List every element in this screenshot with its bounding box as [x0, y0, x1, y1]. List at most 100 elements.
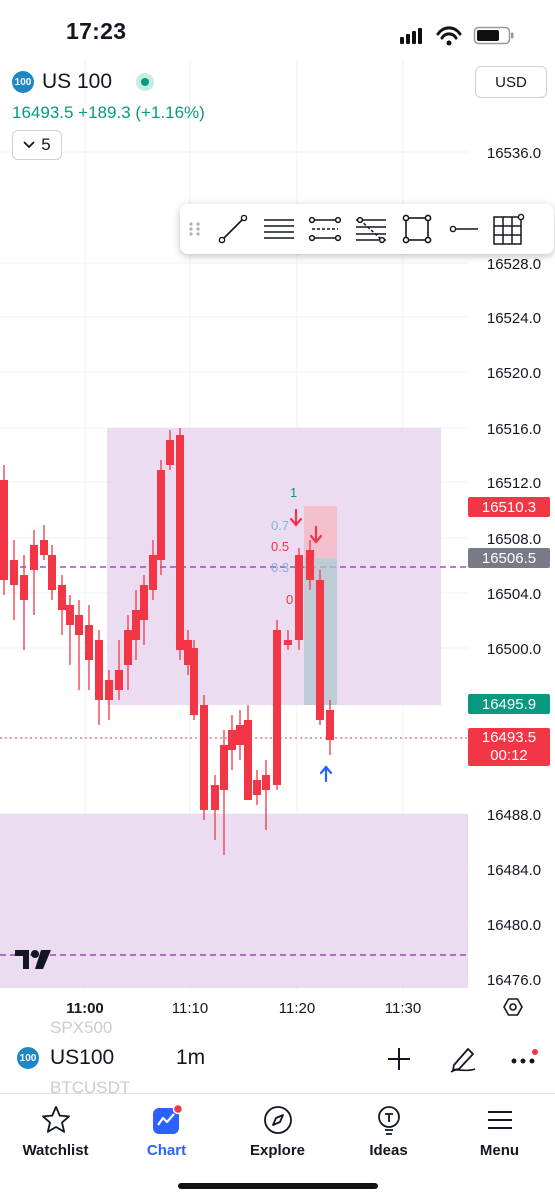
- candle-body: [253, 780, 261, 795]
- candle-body: [0, 480, 8, 580]
- ghost-symbol-above: SPX500: [50, 1018, 113, 1037]
- lightbulb-icon: [377, 1106, 400, 1135]
- nav-label: Ideas: [369, 1142, 408, 1159]
- price-tag-stop: 16510.3: [468, 497, 550, 517]
- chart-settings-icon: [503, 998, 523, 1016]
- symbol-name[interactable]: US 100: [42, 70, 112, 94]
- symbol-picker[interactable]: US100: [50, 1046, 114, 1070]
- candle-body: [220, 745, 228, 790]
- price-axis-label: 16500.0: [487, 641, 541, 658]
- candle-body: [85, 625, 93, 660]
- price-tag-entry: 16506.5: [468, 548, 550, 568]
- market-open-indicator: [136, 73, 154, 91]
- candle-body: [10, 560, 18, 585]
- draw-pen-icon[interactable]: [448, 1043, 478, 1073]
- rectangle-icon[interactable]: [394, 206, 440, 252]
- candle-body: [30, 545, 38, 570]
- candle-body: [105, 680, 113, 700]
- candle-body: [244, 720, 252, 800]
- currency-button[interactable]: USD: [475, 66, 547, 98]
- chart-icon: [152, 1104, 183, 1134]
- horizontal-lines-icon[interactable]: [256, 206, 302, 252]
- fib-level-label: 0.5: [271, 539, 289, 554]
- price-axis-label: 16476.0: [487, 972, 541, 989]
- price-tag-target: 16495.9: [468, 694, 550, 714]
- nav-watchlist[interactable]: Watchlist: [0, 1094, 111, 1186]
- fib-level-label: 0.7: [271, 518, 289, 533]
- symbol-badge-bottom: 100: [17, 1047, 39, 1069]
- candle-body: [132, 610, 140, 640]
- candle-body: [211, 785, 219, 810]
- add-icon[interactable]: [386, 1046, 412, 1072]
- candle-body: [326, 710, 334, 740]
- time-axis-label: 11:20: [279, 1000, 315, 1017]
- grid-icon[interactable]: [486, 206, 532, 252]
- compass-icon: [263, 1106, 292, 1134]
- interval-toggle-button[interactable]: 5: [12, 130, 62, 160]
- candle-body: [236, 725, 244, 745]
- price-axis-label: 16504.0: [487, 586, 541, 603]
- fib-retracement-icon[interactable]: [348, 206, 394, 252]
- candle-body: [228, 730, 236, 750]
- chevron-down-icon: [23, 141, 35, 149]
- price-axis-label: 16484.0: [487, 862, 541, 879]
- star-icon: [41, 1106, 70, 1133]
- last-price-value: 16493.5: [481, 729, 537, 746]
- hamburger-menu-icon: [487, 1111, 512, 1129]
- price-axis-label: 16520.0: [487, 365, 541, 382]
- fib-level-label: 0.3: [271, 560, 289, 575]
- candle-body: [48, 555, 56, 590]
- candle-body: [66, 605, 74, 625]
- nav-explore[interactable]: Explore: [222, 1094, 333, 1186]
- nav-label: Menu: [479, 1142, 520, 1159]
- horizontal-ray-icon[interactable]: [440, 206, 486, 252]
- price-axis-label: 16480.0: [487, 917, 541, 934]
- bottom-navigation: Watchlist Chart Explore Ideas Menu: [0, 1093, 555, 1186]
- drawing-toolbar: [180, 204, 554, 254]
- timeframe-picker[interactable]: 1m: [176, 1046, 205, 1070]
- candle-body: [149, 555, 157, 590]
- time-axis-label: 11:10: [172, 1000, 208, 1017]
- candle-body: [273, 630, 281, 785]
- candle-body: [58, 585, 66, 610]
- last-price-tag: 16493.5 00:12: [468, 728, 550, 766]
- candle-body: [176, 435, 184, 650]
- more-icon[interactable]: [509, 1049, 539, 1069]
- price-axis-label: 16524.0: [487, 310, 541, 327]
- candle-body: [316, 580, 324, 720]
- price-axis-label: 16516.0: [487, 421, 541, 438]
- nav-menu[interactable]: Menu: [444, 1094, 555, 1186]
- drag-handle-icon[interactable]: [180, 206, 210, 252]
- candle-body: [190, 648, 198, 715]
- demand-zone: [0, 814, 468, 988]
- time-axis-label: 11:30: [385, 1000, 421, 1017]
- candle-body: [157, 470, 165, 560]
- candle-body: [284, 640, 292, 645]
- price-axis-label: 16536.0: [487, 145, 541, 162]
- trend-line-icon[interactable]: [210, 206, 256, 252]
- price-change: 16493.5 +189.3 (+1.16%): [12, 103, 205, 122]
- price-axis-label: 16488.0: [487, 807, 541, 824]
- parallel-channel-icon[interactable]: [302, 206, 348, 252]
- nav-chart[interactable]: Chart: [111, 1094, 222, 1186]
- candle-body: [262, 775, 270, 790]
- nav-label: Chart: [146, 1142, 187, 1159]
- price-axis-label: 16528.0: [487, 256, 541, 273]
- nav-label: Watchlist: [22, 1142, 89, 1159]
- time-axis-label: 11:00: [66, 1000, 104, 1017]
- home-indicator: [178, 1183, 378, 1189]
- candle-body: [75, 615, 83, 635]
- nav-ideas[interactable]: Ideas: [333, 1094, 444, 1186]
- candle-body: [115, 670, 123, 690]
- price-axis-label: 16508.0: [487, 531, 541, 548]
- candle-body: [95, 640, 103, 700]
- interval-value: 5: [41, 135, 51, 154]
- price-axis-label: 16512.0: [487, 475, 541, 492]
- candle-body: [295, 555, 303, 640]
- candle-body: [306, 550, 314, 580]
- candle-body: [40, 540, 48, 555]
- candle-body: [166, 440, 174, 465]
- symbol-badge: 100: [12, 71, 34, 93]
- fib-level-label: 0: [286, 592, 293, 607]
- nav-label: Explore: [249, 1142, 306, 1159]
